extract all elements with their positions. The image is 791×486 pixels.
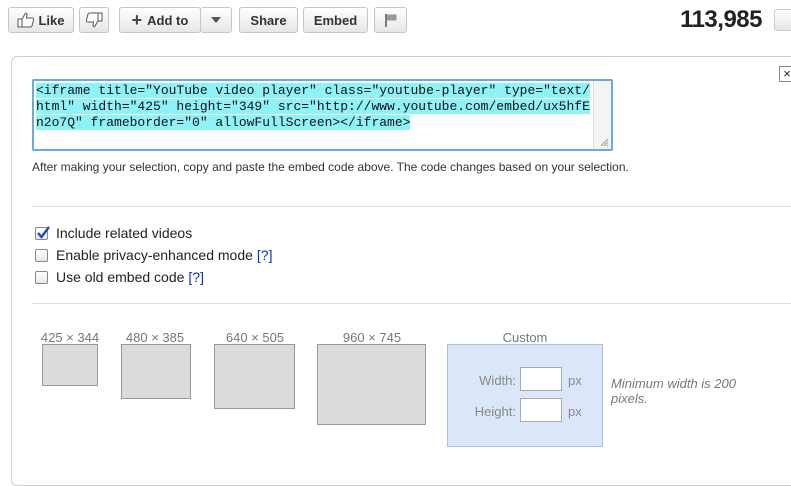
like-label: Like: [38, 12, 65, 28]
divider-bottom: [32, 303, 791, 304]
custom-size-title: Custom: [502, 330, 548, 345]
include-related-label: Include related videos: [56, 225, 193, 241]
share-button[interactable]: Share: [239, 7, 298, 33]
custom-width-label: Width:: [479, 373, 516, 388]
flag-icon: [384, 13, 398, 27]
size-label-960[interactable]: 960 × 745: [317, 330, 427, 345]
size-option-425[interactable]: [42, 344, 98, 386]
custom-height-unit: px: [568, 404, 582, 419]
size-option-480[interactable]: [121, 344, 191, 399]
old-embed-checkbox[interactable]: [35, 270, 48, 284]
old-embed-help-link[interactable]: [?]: [188, 269, 204, 285]
custom-size-panel: Width: px Height: px: [447, 344, 603, 447]
option-old-embed[interactable]: Use old embed code [?]: [35, 268, 204, 286]
thumbs-up-icon: [17, 12, 35, 28]
privacy-enhanced-checkbox[interactable]: [35, 248, 48, 262]
checkmark-icon: [37, 225, 50, 239]
size-label-640[interactable]: 640 × 505: [213, 330, 297, 345]
size-option-960[interactable]: [317, 344, 426, 425]
old-embed-label: Use old embed code: [56, 269, 185, 285]
option-privacy-enhanced[interactable]: Enable privacy-enhanced mode [?]: [35, 246, 272, 264]
share-label: Share: [250, 12, 287, 28]
include-related-checkbox[interactable]: [35, 225, 50, 240]
privacy-enhanced-label: Enable privacy-enhanced mode: [56, 247, 253, 263]
add-to-label: Add to: [147, 12, 189, 28]
thumbs-down-icon: [85, 12, 103, 28]
stats-icon[interactable]: [774, 9, 791, 31]
embed-button[interactable]: Embed: [303, 7, 368, 33]
embed-code-selection: <iframe title="YouTube video player" cla…: [36, 83, 590, 130]
dislike-button[interactable]: [79, 7, 109, 33]
size-option-640[interactable]: [214, 344, 295, 409]
chevron-down-icon: [211, 17, 221, 23]
custom-width-unit: px: [568, 373, 582, 388]
min-width-note: Minimum width is 200 pixels.: [611, 376, 736, 406]
size-label-480[interactable]: 480 × 385: [117, 330, 193, 345]
close-icon[interactable]: ×: [779, 66, 791, 82]
add-to-dropdown-button[interactable]: [200, 7, 232, 33]
embed-label: Embed: [313, 12, 358, 28]
custom-height-label: Height:: [474, 404, 516, 419]
custom-height-input[interactable]: [520, 398, 562, 422]
custom-width-input[interactable]: [520, 367, 562, 391]
flag-button[interactable]: [374, 7, 407, 33]
plus-icon: +: [131, 10, 143, 30]
add-to-button[interactable]: + Add to: [119, 7, 201, 33]
like-button[interactable]: Like: [8, 7, 74, 33]
option-include-related[interactable]: Include related videos: [35, 224, 192, 242]
embed-code-text: <iframe title="YouTube video player" cla…: [36, 83, 593, 131]
divider-top: [32, 206, 791, 207]
embed-instructions: After making your selection, copy and pa…: [32, 160, 629, 174]
privacy-help-link[interactable]: [?]: [257, 247, 273, 263]
embed-code-textarea[interactable]: <iframe title="YouTube video player" cla…: [32, 79, 613, 151]
resize-grip-icon[interactable]: [599, 137, 609, 147]
view-count: 113,985: [680, 6, 762, 33]
size-label-425[interactable]: 425 × 344: [33, 330, 107, 345]
